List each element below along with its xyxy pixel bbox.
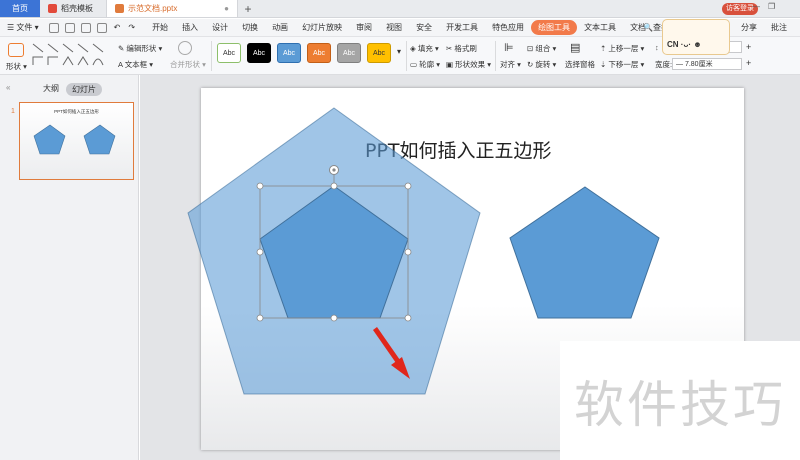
watermark: 软件技巧: [560, 341, 800, 460]
resize-handle: [330, 314, 338, 322]
right-pentagon: [509, 186, 660, 319]
resize-handle: [256, 248, 264, 256]
resize-handle: [330, 182, 338, 190]
watermark-text: 软件技巧: [574, 375, 786, 434]
resize-handle: [256, 314, 264, 322]
rotation-handle-dot: [332, 168, 336, 172]
resize-handle: [404, 314, 412, 322]
resize-handle: [256, 182, 264, 190]
resize-handle: [404, 248, 412, 256]
resize-handle: [404, 182, 412, 190]
